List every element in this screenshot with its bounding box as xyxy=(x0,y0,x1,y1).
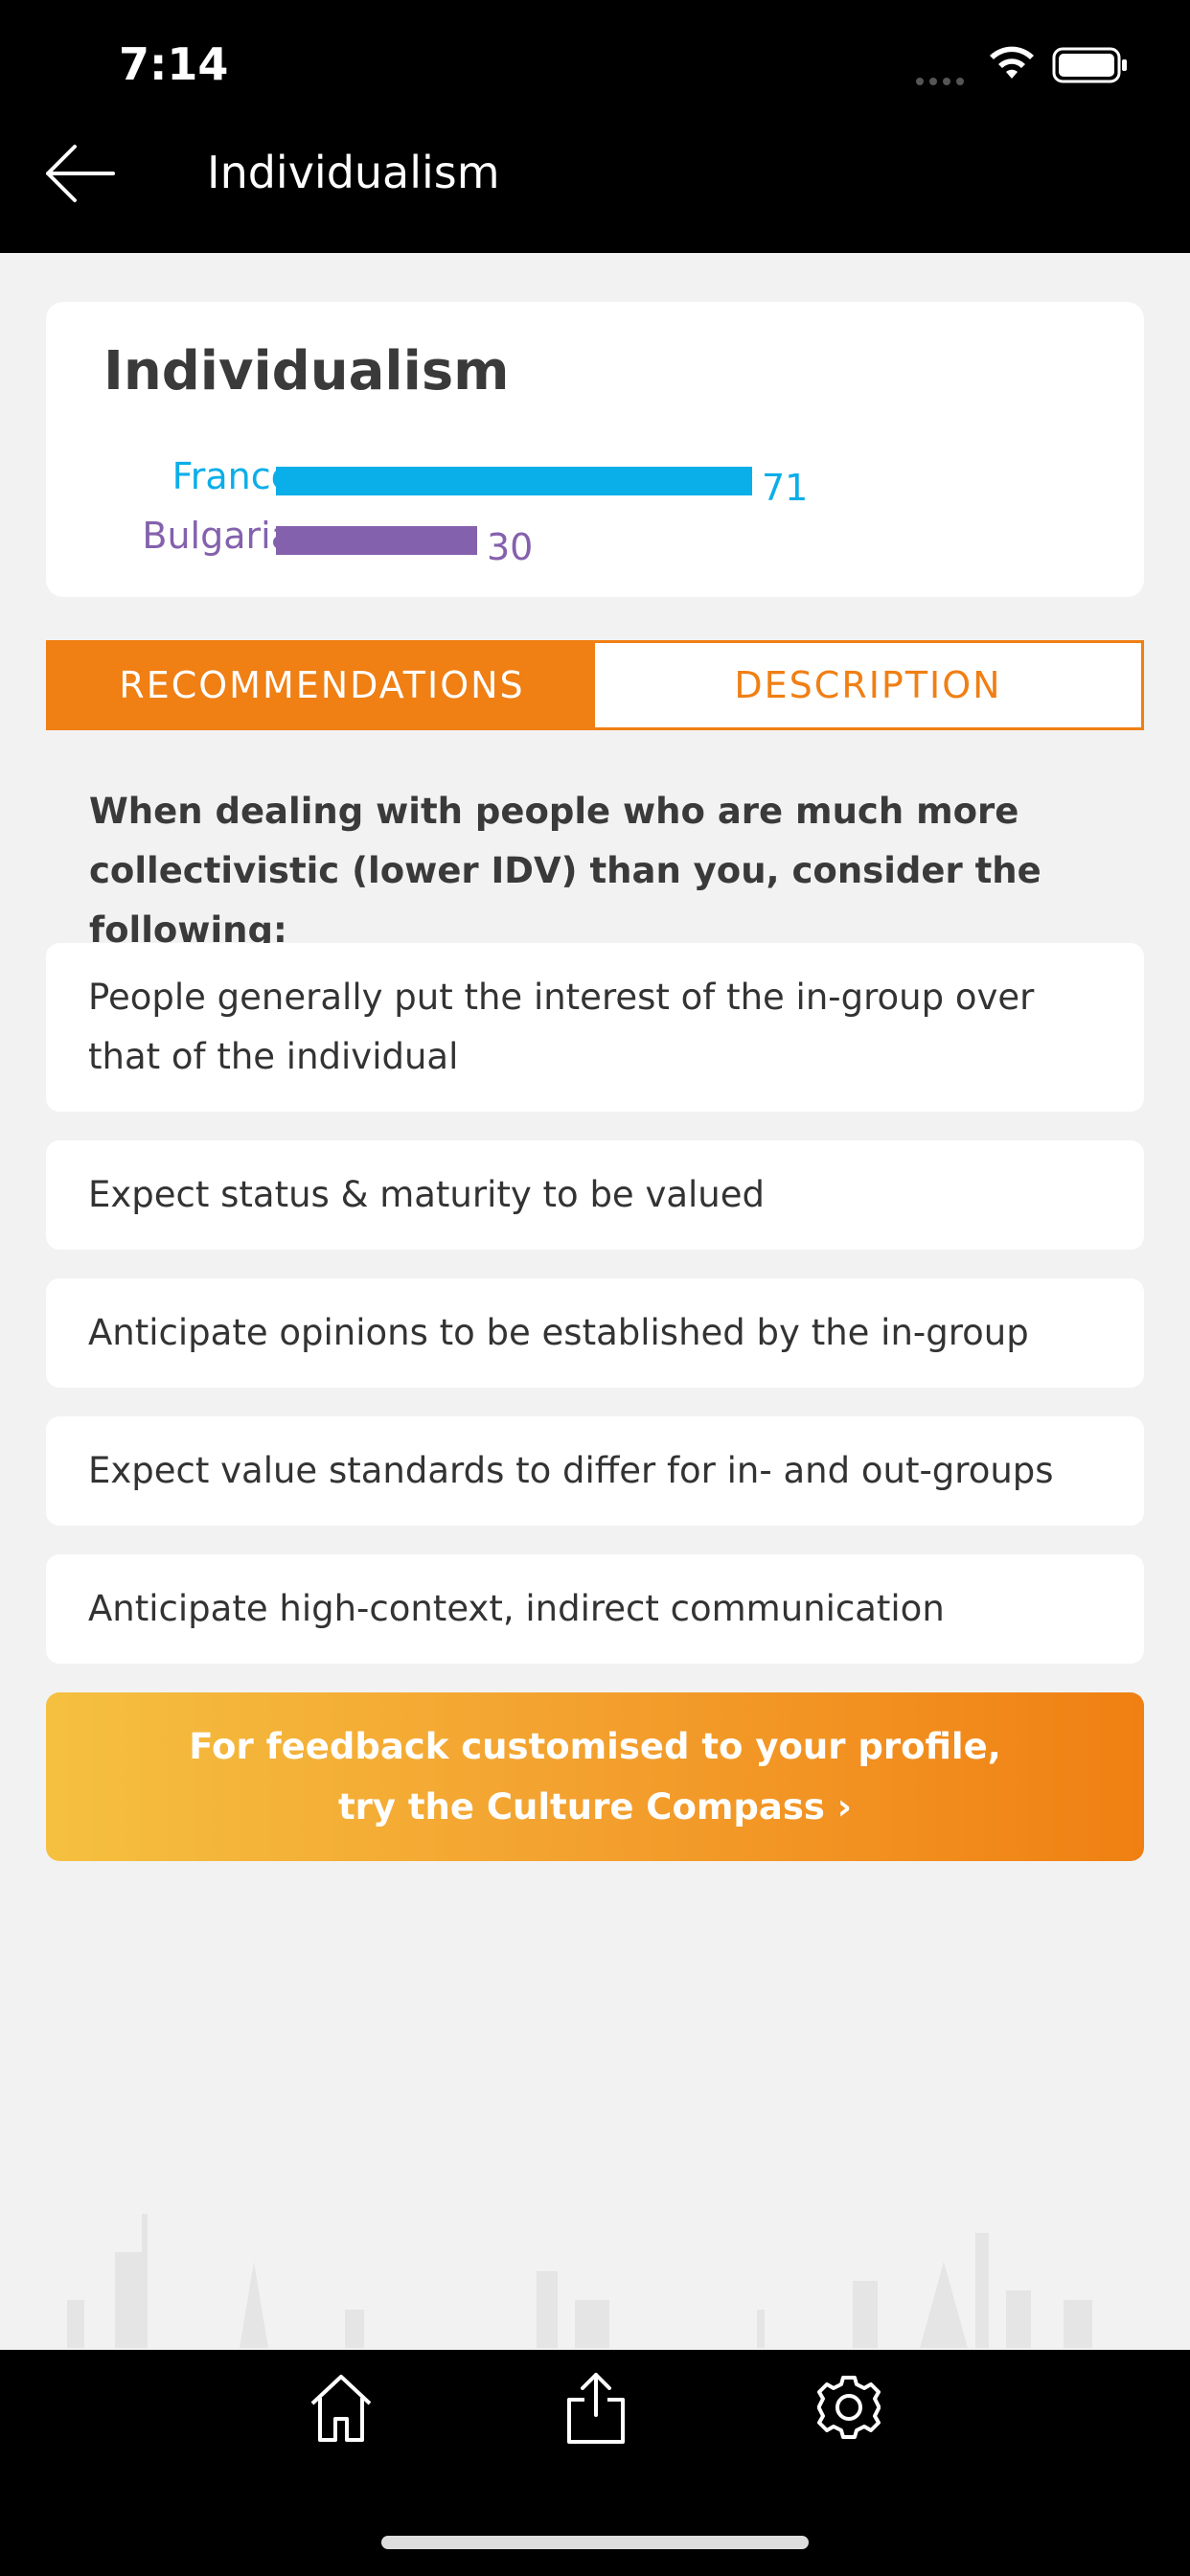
tab-recommendations[interactable]: RECOMMENDATIONS xyxy=(49,643,595,727)
bar-row-bulgaria: Bulgaria 30 xyxy=(46,515,1144,568)
recommendations-intro: When dealing with people who are much mo… xyxy=(89,791,1041,951)
cta-line1: For feedback customised to your profile, xyxy=(189,1726,1001,1767)
score-bar xyxy=(276,467,752,495)
wifi-icon xyxy=(990,46,1034,79)
score-bar xyxy=(276,526,477,555)
country-label: Bulgaria xyxy=(142,515,293,557)
country-label: France xyxy=(172,455,293,497)
recommendation-item: Anticipate opinions to be established by… xyxy=(46,1278,1144,1388)
home-icon[interactable] xyxy=(307,2369,376,2446)
battery-icon xyxy=(1052,47,1127,83)
signal-icon xyxy=(916,71,970,85)
city-skyline-illustration xyxy=(67,2214,1092,2348)
dimension-score-card: Individualism France 71 Bulgaria 30 xyxy=(46,302,1144,597)
share-icon[interactable] xyxy=(561,2369,630,2446)
status-bar: 7:14 xyxy=(0,0,1190,134)
bar-row-france: France 71 xyxy=(46,455,1144,509)
status-time: 7:14 xyxy=(119,38,229,90)
score-value: 30 xyxy=(487,526,534,568)
gear-icon[interactable] xyxy=(811,2369,887,2446)
tab-switcher: RECOMMENDATIONS DESCRIPTION xyxy=(46,640,1144,730)
tab-description[interactable]: DESCRIPTION xyxy=(595,643,1141,727)
culture-compass-button[interactable]: For feedback customised to your profile,… xyxy=(46,1692,1144,1861)
score-value: 71 xyxy=(762,467,809,509)
recommendation-item: Anticipate high-context, indirect commun… xyxy=(46,1554,1144,1664)
back-arrow-icon[interactable] xyxy=(42,140,117,207)
dimension-title: Individualism xyxy=(103,340,510,402)
nav-bar xyxy=(0,134,1190,253)
home-indicator xyxy=(381,2536,809,2549)
cta-line2: try the Culture Compass › xyxy=(337,1786,853,1828)
page-title: Individualism xyxy=(207,147,500,198)
recommendation-item: People generally put the interest of the… xyxy=(46,943,1144,1112)
recommendation-item: Expect status & maturity to be valued xyxy=(46,1140,1144,1250)
recommendation-item: Expect value standards to differ for in-… xyxy=(46,1416,1144,1526)
